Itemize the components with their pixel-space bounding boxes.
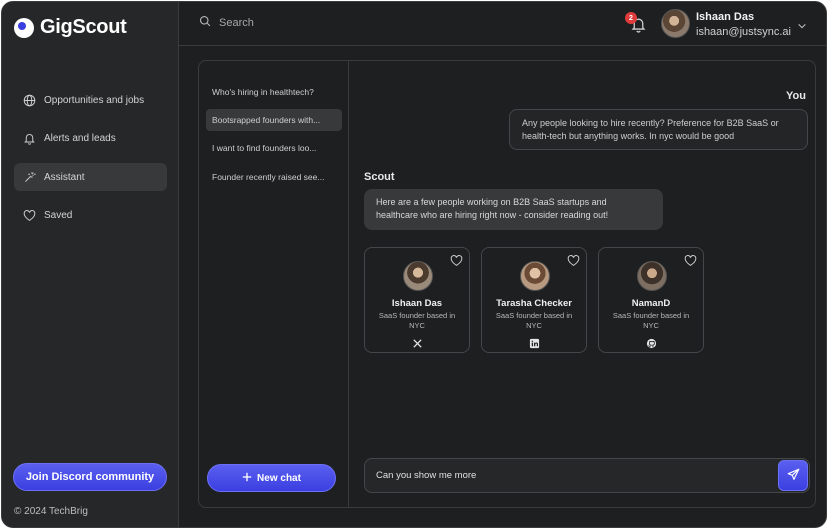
- new-chat-button[interactable]: New chat: [207, 464, 336, 492]
- notifications-button[interactable]: 2: [625, 12, 648, 34]
- profile-card[interactable]: Ishaan Das SaaS founder based in NYC: [364, 247, 470, 353]
- assistant-message: Here are a few people working on B2B Saa…: [364, 189, 663, 230]
- user-email: ishaan@justsync.ai: [696, 26, 791, 38]
- sidebar-item-label: Saved: [44, 210, 73, 221]
- profile-description: SaaS founder based in NYC: [612, 311, 690, 330]
- linkedin-icon[interactable]: [529, 336, 540, 349]
- profile-card[interactable]: NamanD SaaS founder based in NYC: [598, 247, 704, 353]
- join-discord-button[interactable]: Join Discord community: [13, 463, 167, 491]
- heart-icon[interactable]: [450, 254, 463, 267]
- message-composer: [364, 458, 810, 493]
- chat-history-list: Who's hiring in healthtech? Bootsrapped …: [199, 61, 349, 507]
- chat-history-item[interactable]: Founder recently raised see...: [206, 166, 342, 188]
- avatar: [520, 261, 550, 291]
- logo-mark-icon: [14, 17, 34, 38]
- sidebar-item-saved[interactable]: Saved: [14, 202, 167, 230]
- sidebar-item-opportunities[interactable]: Opportunities and jobs: [14, 86, 167, 114]
- sidebar-item-label: Assistant: [44, 171, 85, 183]
- search-placeholder: Search: [219, 16, 254, 29]
- sidebar-nav: Opportunities and jobs Alerts and leads …: [14, 86, 167, 240]
- profile-name: NamanD: [631, 298, 671, 309]
- bell-icon: [22, 132, 36, 146]
- heart-icon: [22, 209, 36, 223]
- avatar: [403, 261, 433, 291]
- send-icon: [787, 468, 800, 484]
- x-icon[interactable]: [412, 336, 423, 348]
- conversation: You Any people looking to hire recently?…: [350, 61, 816, 507]
- github-icon[interactable]: [646, 336, 657, 349]
- sidebar: GigScout Opportunities and jobs Alerts a…: [2, 2, 179, 527]
- sidebar-item-alerts[interactable]: Alerts and leads: [14, 125, 167, 153]
- copyright-text: © 2024 TechBrig: [14, 506, 88, 517]
- heart-icon[interactable]: [567, 254, 580, 267]
- user-message: Any people looking to hire recently? Pre…: [509, 109, 808, 150]
- search-icon: [199, 15, 211, 30]
- new-chat-label: New chat: [257, 472, 301, 484]
- avatar: [637, 261, 667, 291]
- app-name: GigScout: [40, 16, 127, 38]
- sidebar-item-label: Opportunities and jobs: [44, 94, 145, 106]
- topbar: Search 2 Ishaan Das ishaan@justsync.ai: [179, 2, 826, 46]
- profile-description: SaaS founder based in NYC: [495, 311, 573, 330]
- sparkle-wand-icon: [22, 170, 36, 184]
- globe-icon: [22, 93, 36, 107]
- send-button[interactable]: [778, 460, 808, 491]
- profile-card[interactable]: Tarasha Checker SaaS founder based in NY…: [481, 247, 587, 353]
- app-window: GigScout Opportunities and jobs Alerts a…: [1, 1, 827, 528]
- chat-history-item[interactable]: Bootsrapped founders with...: [206, 109, 342, 131]
- profile-name: Tarasha Checker: [496, 298, 572, 309]
- profile-description: SaaS founder based in NYC: [378, 311, 456, 330]
- chat-history-item[interactable]: I want to find founders loo...: [206, 137, 342, 159]
- chat-history-item[interactable]: Who's hiring in healthtech?: [206, 81, 342, 103]
- notification-badge: 2: [625, 12, 637, 24]
- chevron-down-icon[interactable]: [797, 18, 807, 29]
- profile-cards: Ishaan Das SaaS founder based in NYC Tar…: [364, 247, 704, 353]
- user-name: Ishaan Das: [696, 11, 755, 23]
- assistant-panel: Who's hiring in healthtech? Bootsrapped …: [198, 60, 816, 508]
- search-box[interactable]: Search: [199, 15, 254, 30]
- plus-icon: [242, 472, 252, 485]
- profile-name: Ishaan Das: [391, 298, 443, 309]
- sidebar-item-label: Alerts and leads: [44, 133, 116, 144]
- logo[interactable]: GigScout: [14, 16, 127, 39]
- assistant-label: Scout: [364, 171, 395, 183]
- sidebar-item-assistant[interactable]: Assistant: [14, 163, 167, 191]
- user-label: You: [786, 90, 806, 102]
- heart-icon[interactable]: [684, 254, 697, 267]
- avatar[interactable]: [661, 9, 690, 38]
- message-input[interactable]: [365, 459, 775, 492]
